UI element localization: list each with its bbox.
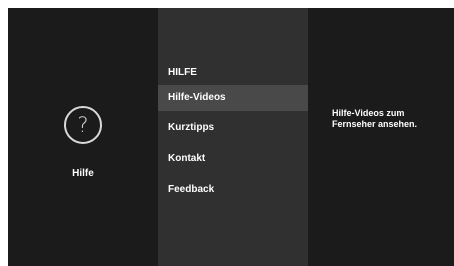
help-screen: ? Hilfe HILFE Hilfe-Videos Kurztipps Kon… — [8, 8, 454, 266]
menu-item-kontakt[interactable]: Kontakt — [158, 146, 308, 172]
item-description: Hilfe-Videos zum Fernseher ansehen. — [332, 108, 452, 130]
menu-heading: HILFE — [168, 67, 197, 78]
left-panel: ? Hilfe — [8, 8, 158, 266]
menu-item-feedback[interactable]: Feedback — [158, 177, 308, 203]
detail-panel: Hilfe-Videos zum Fernseher ansehen. — [308, 8, 454, 266]
description-line-2: Fernseher ansehen. — [332, 119, 418, 129]
section-title: Hilfe — [72, 168, 94, 179]
question-mark-icon: ? — [64, 106, 102, 144]
menu-item-kurztipps[interactable]: Kurztipps — [158, 115, 308, 141]
menu-item-hilfe-videos[interactable]: Hilfe-Videos — [158, 85, 308, 111]
description-line-1: Hilfe-Videos zum — [332, 108, 405, 118]
help-menu: HILFE Hilfe-Videos Kurztipps Kontakt Fee… — [158, 8, 308, 266]
